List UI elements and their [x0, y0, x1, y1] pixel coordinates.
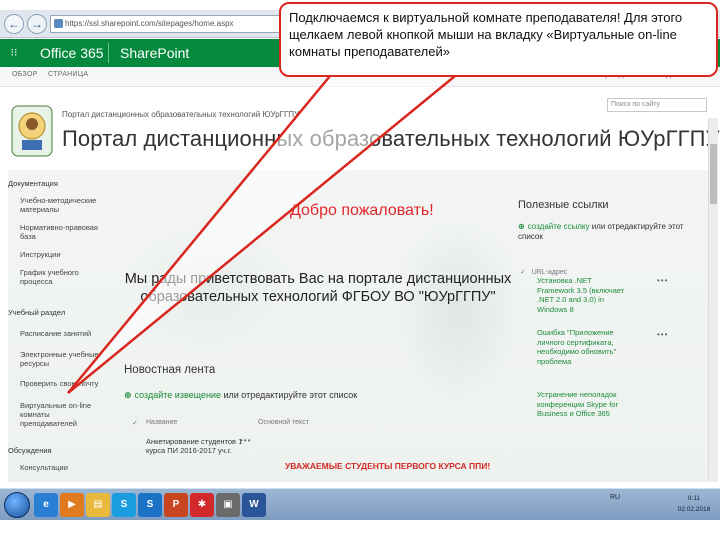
nav-item-check-mail[interactable]: Проверить свою почту [20, 379, 102, 388]
forward-button[interactable]: → [27, 14, 47, 34]
tab-browse[interactable]: ОБЗОР [12, 71, 38, 78]
nav-item-consultations[interactable]: Консультации [20, 463, 102, 472]
address-bar[interactable]: https://ssl.sharepoint.com/sitepages/hom… [50, 15, 280, 33]
callout-text: Подключаемся к виртуальной комнате препо… [289, 10, 683, 59]
site-breadcrumb[interactable]: Портал дистанционных образовательных тех… [62, 110, 299, 119]
links-add-row: ⊕ создайте ссылку или отредактируйте этот… [518, 222, 698, 242]
sharepoint-label[interactable]: SharePoint [120, 44, 189, 62]
nav-item-instructions[interactable]: Инструкции [20, 250, 102, 259]
media-player-icon[interactable]: ▶ [60, 493, 84, 517]
nav-item-schedule-process[interactable]: График учебного процесса [20, 268, 102, 286]
welcome-heading: Добро пожаловать! [290, 202, 434, 219]
add-circle-icon[interactable]: ⊕ [124, 390, 132, 400]
page-title: Портал дистанционных образовательных тех… [62, 126, 720, 151]
scrollbar-thumb[interactable] [710, 144, 717, 204]
nav-heading-study[interactable]: Учебный раздел [8, 308, 65, 317]
nav-item-methodical[interactable]: Учебно-методические материалы [20, 196, 102, 214]
system-clock[interactable]: 9:11 02.02.2018 [672, 493, 716, 515]
select-all-check-icon[interactable]: ✓ [132, 419, 138, 427]
clock-time: 9:11 [687, 495, 701, 502]
link-item-netframework[interactable]: Установка .NET Framework 3.5 (включает .… [537, 276, 629, 314]
links-header-label: URL-адрес [531, 269, 568, 276]
nav-item-virtual-rooms[interactable]: Виртуальные on-line комнаты преподавател… [20, 401, 102, 428]
nav-item-e-resources[interactable]: Электронные учебные ресурсы [20, 350, 102, 368]
forward-arrow-icon: → [31, 17, 43, 31]
clock-date: 02.02.2018 [677, 506, 711, 513]
links-title[interactable]: Полезные ссылки [518, 199, 609, 211]
link-item-skype[interactable]: Устранение неполадок конференции Skype f… [537, 390, 629, 419]
create-announcement-link[interactable]: создайте извещение [135, 390, 221, 400]
create-link-link[interactable]: создайте ссылку [528, 222, 590, 231]
paint-icon[interactable]: ✱ [190, 493, 214, 517]
university-logo[interactable] [10, 104, 54, 158]
start-button[interactable] [4, 492, 30, 518]
ie-icon[interactable]: e [34, 493, 58, 517]
tab-page[interactable]: СТРАНИЦА [48, 71, 88, 78]
nav-heading-documentation[interactable]: Документация [8, 179, 58, 188]
links-column-url[interactable]: ✓ URL-адрес [520, 268, 567, 276]
skype-business-icon[interactable]: S [138, 493, 162, 517]
announcement-text: УВАЖАЕМЫЕ СТУДЕНТЫ ПЕРВОГО КУРСА ППИ! [285, 461, 491, 471]
photo-icon[interactable]: ▣ [216, 493, 240, 517]
nav-item-timetable[interactable]: Расписание занятий [20, 329, 102, 338]
windows-taskbar: e ▶ ▤ S S P ✱ ▣ W RU 9:11 02.02.2018 [0, 488, 720, 520]
office365-label[interactable]: Office 365 [40, 44, 104, 62]
nav-item-regulations[interactable]: Нормативно-правовая база [20, 223, 102, 241]
powerpoint-icon[interactable]: P [164, 493, 188, 517]
screen: ← → https://ssl.sharepoint.com/sitepages… [0, 0, 720, 540]
skype-icon[interactable]: S [112, 493, 136, 517]
nav-heading-discussions[interactable]: Обсуждения [8, 446, 52, 455]
item-menu-icon[interactable]: ••• [657, 330, 668, 339]
back-arrow-icon: ← [8, 17, 20, 31]
news-column-title[interactable]: Название [146, 419, 177, 426]
site-favicon-icon [54, 19, 63, 28]
site-search-input[interactable]: Поиск по сайту [607, 98, 707, 112]
instruction-callout: Подключаемся к виртуальной комнате препо… [279, 2, 718, 77]
greeting-text: Мы рады приветствовать Вас на портале ди… [124, 271, 512, 305]
back-button[interactable]: ← [4, 14, 24, 34]
news-add-row: ⊕ создайте извещение или отредактируйте э… [124, 390, 357, 401]
add-circle-icon[interactable]: ⊕ [518, 222, 525, 231]
address-text: https://ssl.sharepoint.com/sitepages/hom… [65, 19, 234, 28]
news-feed-title[interactable]: Новостная лента [124, 364, 215, 376]
suite-divider [108, 43, 109, 63]
explorer-icon[interactable]: ▤ [86, 493, 110, 517]
item-menu-icon[interactable]: ••• [240, 436, 251, 445]
language-indicator[interactable]: RU [610, 494, 620, 501]
news-column-body[interactable]: Основной текст [258, 419, 309, 426]
waffle-icon[interactable]: ⁝⁝ [6, 45, 22, 61]
link-item-certificate[interactable]: Ошибка "Приложение личного сертификата, … [537, 328, 629, 366]
item-menu-icon[interactable]: ••• [657, 276, 668, 285]
page-scrollbar[interactable] [708, 118, 718, 482]
word-icon[interactable]: W [242, 493, 266, 517]
news-add-rest: или отредактируйте этот список [220, 390, 358, 400]
